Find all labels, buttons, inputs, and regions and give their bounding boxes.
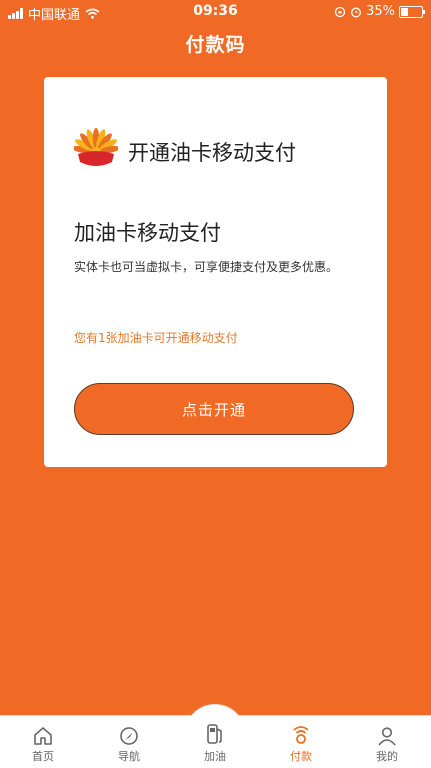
tab-home[interactable]: 首页 bbox=[0, 716, 86, 768]
mobile-payment-card: 开通油卡移动支付 加油卡移动支付 实体卡也可当虚拟卡，可享便捷支付及更多优惠。 … bbox=[44, 77, 387, 467]
home-icon bbox=[34, 727, 52, 745]
fuel-pump-icon bbox=[207, 724, 222, 744]
card-heading: 加油卡移动支付 bbox=[74, 221, 221, 245]
tab-navigation[interactable]: 导航 bbox=[86, 716, 172, 768]
tab-mine-label: 我的 bbox=[376, 750, 398, 763]
tab-payment[interactable]: 付款 bbox=[258, 716, 344, 768]
brand-title: 开通油卡移动支付 bbox=[128, 141, 296, 165]
tab-navigation-label: 导航 bbox=[118, 750, 140, 763]
petrochina-logo-icon bbox=[74, 128, 118, 166]
battery-percent: 35% bbox=[366, 4, 395, 19]
navigation-icon bbox=[120, 727, 138, 745]
tab-refuel[interactable]: 加油 bbox=[172, 716, 258, 768]
tab-refuel-label: 加油 bbox=[204, 750, 226, 763]
payment-icon bbox=[293, 726, 309, 744]
page-title: 付款码 bbox=[185, 34, 246, 56]
alarm-icon bbox=[351, 7, 362, 17]
eligible-card-notice[interactable]: 您有1张加油卡可开通移动支付 bbox=[74, 329, 238, 346]
card-description: 实体卡也可当虚拟卡，可享便捷支付及更多优惠。 bbox=[74, 260, 339, 274]
tab-home-label: 首页 bbox=[32, 750, 54, 763]
battery-icon bbox=[399, 5, 425, 18]
activate-button[interactable]: 点击开通 bbox=[74, 383, 354, 435]
user-icon bbox=[378, 727, 396, 746]
bottom-tab-bar: 首页 导航 加油 付款 我的 bbox=[0, 704, 431, 768]
status-bar: 中国联通 09:36 35% bbox=[0, 0, 431, 24]
tab-mine[interactable]: 我的 bbox=[344, 716, 430, 768]
tab-payment-label: 付款 bbox=[290, 750, 312, 763]
orientation-lock-icon bbox=[334, 6, 346, 17]
